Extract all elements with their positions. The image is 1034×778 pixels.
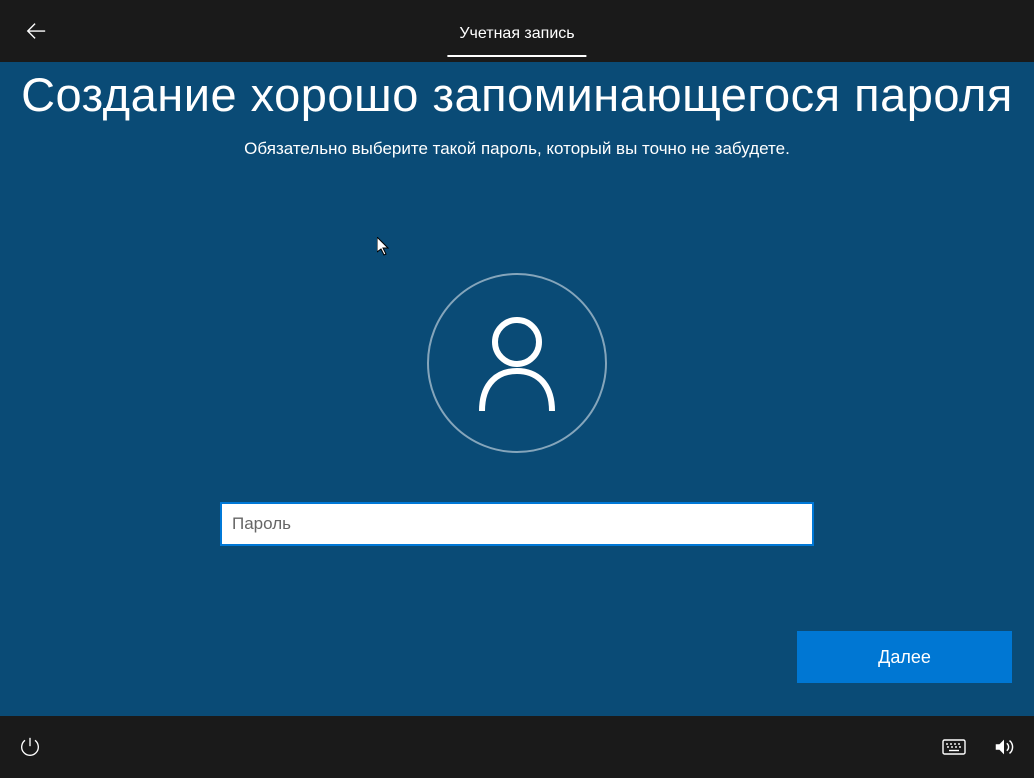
avatar-placeholder [427, 273, 607, 453]
back-button[interactable] [12, 7, 60, 55]
volume-button[interactable] [992, 735, 1016, 759]
tab-bar: Учетная запись [447, 5, 586, 57]
arrow-left-icon [25, 20, 47, 42]
tab-account[interactable]: Учетная запись [447, 5, 586, 57]
password-row [220, 502, 814, 546]
next-button[interactable]: Далее [797, 631, 1012, 683]
volume-icon [993, 736, 1015, 758]
bottom-bar [0, 716, 1034, 778]
page-title: Создание хорошо запоминающегося пароля [20, 62, 1014, 125]
tab-label: Учетная запись [459, 25, 574, 42]
title-bar: Учетная запись [0, 0, 1034, 62]
ease-of-access-button[interactable] [18, 735, 42, 759]
password-input[interactable] [220, 502, 814, 546]
main-content: Создание хорошо запоминающегося пароля О… [0, 62, 1034, 716]
page-subtitle: Обязательно выберите такой пароль, котор… [20, 139, 1014, 159]
keyboard-icon [942, 739, 966, 755]
keyboard-button[interactable] [942, 735, 966, 759]
power-icon [20, 737, 40, 757]
user-icon [474, 315, 560, 411]
